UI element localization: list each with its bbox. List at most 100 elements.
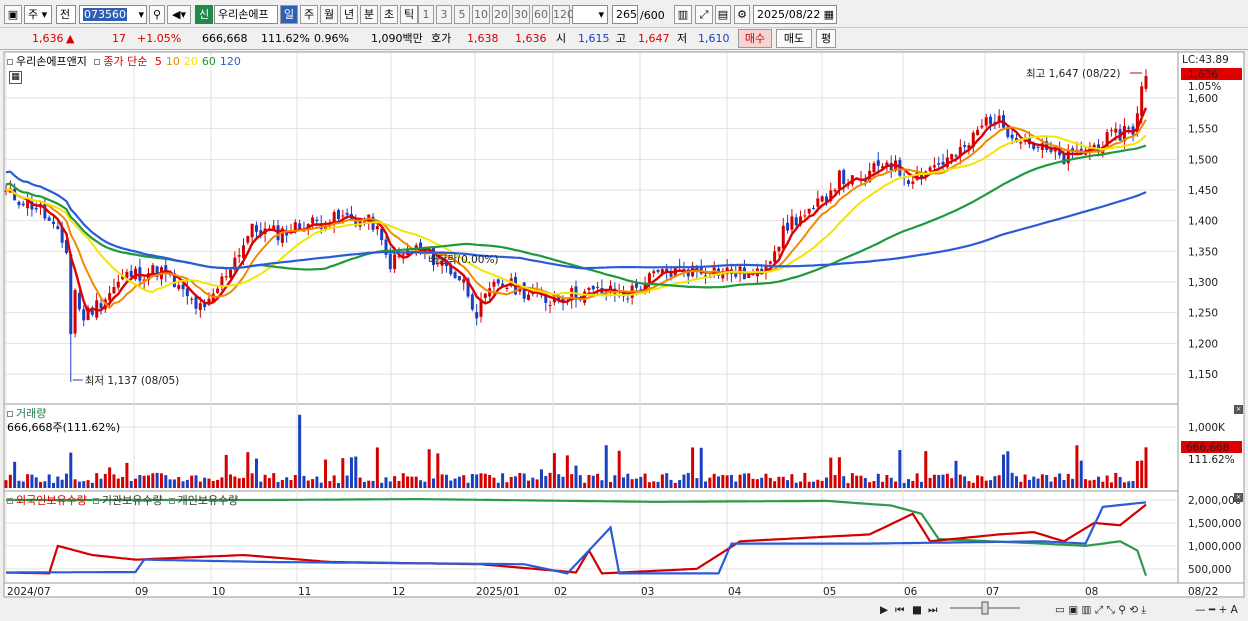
volume-bar bbox=[522, 473, 526, 488]
candle-body bbox=[315, 219, 319, 221]
stock-chart[interactable]: 최고 1,647 (08/22) 최저 1,137 (08/05) 배당락(0.00… bbox=[0, 50, 1248, 621]
volume-bar bbox=[1027, 479, 1031, 488]
sound-icon[interactable]: ◀▾ bbox=[167, 5, 191, 24]
volume-bar bbox=[976, 475, 980, 488]
sell-button[interactable]: 매도 bbox=[776, 29, 812, 48]
volume-bar bbox=[103, 473, 107, 488]
scroll-start-icon[interactable]: ⏮ bbox=[895, 604, 905, 616]
grid-toggle-icon[interactable]: ▦ bbox=[9, 71, 22, 84]
settings-gear-icon[interactable]: ⚙ bbox=[734, 5, 750, 24]
period-button-4[interactable]: 분 bbox=[360, 5, 378, 24]
candle-body bbox=[842, 169, 846, 185]
candle-body bbox=[224, 276, 228, 278]
interval-button-30[interactable]: 30 bbox=[512, 5, 530, 24]
candle-body bbox=[837, 170, 841, 189]
scroll-right-icon[interactable]: ▶ bbox=[880, 604, 889, 616]
volume-bar bbox=[760, 477, 764, 488]
interval-button-3[interactable]: 3 bbox=[436, 5, 452, 24]
volume-bar bbox=[773, 481, 777, 488]
volume-bar bbox=[194, 475, 198, 488]
layout-icon[interactable]: ▣ bbox=[4, 5, 22, 24]
bar-count-input[interactable]: 265 bbox=[612, 5, 638, 24]
bid-price: 1,636 bbox=[515, 32, 547, 45]
stock-code-input[interactable]: 073560 ▾ bbox=[79, 5, 147, 24]
interval-dropdown[interactable]: ▾ bbox=[572, 5, 608, 24]
volume-bar bbox=[319, 482, 323, 488]
period-button-2[interactable]: 월 bbox=[320, 5, 338, 24]
volume-bar bbox=[168, 479, 172, 488]
stop-icon[interactable]: ■ bbox=[912, 604, 922, 616]
volume-bar bbox=[224, 454, 228, 488]
candle-body bbox=[198, 303, 202, 311]
date-field[interactable]: 2025/08/22 ▦ bbox=[753, 5, 837, 24]
volume-bar bbox=[1036, 478, 1040, 488]
interval-button-60[interactable]: 60 bbox=[532, 5, 550, 24]
volume-bar bbox=[812, 481, 815, 488]
indicator-icon[interactable]: ▥ bbox=[674, 5, 692, 24]
volume-bar bbox=[665, 473, 669, 488]
save-icon[interactable]: ▤ bbox=[715, 5, 731, 24]
search-icon[interactable]: ⚲ bbox=[149, 5, 165, 24]
volume-bar bbox=[729, 474, 733, 488]
close-volume-pane-icon[interactable]: × bbox=[1234, 405, 1243, 414]
prev-toggle[interactable]: 전 bbox=[56, 5, 76, 24]
candle-body bbox=[108, 293, 112, 301]
period-button-6[interactable]: 틱 bbox=[400, 5, 418, 24]
volume-bar bbox=[1023, 474, 1027, 488]
interval-button-5[interactable]: 5 bbox=[454, 5, 470, 24]
volume-bar bbox=[341, 458, 345, 488]
volume-bar bbox=[315, 476, 319, 488]
volume-bar bbox=[583, 482, 587, 488]
period-select[interactable]: 주 ▾ bbox=[24, 5, 52, 24]
interval-button-120[interactable]: 120 bbox=[552, 5, 574, 24]
volume-bar bbox=[449, 480, 453, 488]
avg-button[interactable]: 평 bbox=[816, 29, 836, 48]
period-button-1[interactable]: 주 bbox=[300, 5, 318, 24]
volume-bar bbox=[1019, 481, 1023, 488]
volume-bar bbox=[678, 480, 682, 488]
volume-bar bbox=[552, 453, 556, 488]
volume-bar bbox=[699, 447, 703, 488]
volume-bar bbox=[90, 482, 94, 488]
volume-bar bbox=[742, 473, 746, 488]
volume-bar bbox=[285, 477, 289, 488]
volume-bar bbox=[466, 482, 470, 488]
interval-button-10[interactable]: 10 bbox=[472, 5, 490, 24]
volume-bar bbox=[639, 476, 643, 488]
stock-name-field[interactable]: 우리손에프 bbox=[214, 5, 278, 24]
volume-bar bbox=[393, 476, 397, 488]
candle-body bbox=[803, 215, 807, 217]
volume-bar bbox=[898, 450, 902, 488]
ask-price: 1,638 bbox=[467, 32, 499, 45]
interval-button-20[interactable]: 20 bbox=[492, 5, 510, 24]
interval-button-1[interactable]: 1 bbox=[418, 5, 434, 24]
buy-button[interactable]: 매수 bbox=[738, 29, 772, 48]
zoom-slider-handle[interactable] bbox=[981, 601, 989, 615]
volume-bar bbox=[367, 480, 371, 488]
candle-body bbox=[596, 287, 600, 289]
current-volume-pct: 111.62% bbox=[1188, 454, 1235, 466]
volume-bar bbox=[1105, 475, 1109, 488]
volume-bar bbox=[993, 476, 997, 488]
volume-bar bbox=[302, 475, 306, 488]
volume-bar bbox=[989, 480, 993, 488]
candle-body bbox=[229, 269, 233, 278]
price-tick-label: 1,550 bbox=[1188, 124, 1218, 136]
volume-bar bbox=[937, 474, 941, 488]
candle-body bbox=[587, 287, 591, 291]
scroll-end-icon[interactable]: ⏭ bbox=[928, 604, 938, 616]
period-button-5[interactable]: 초 bbox=[380, 5, 398, 24]
ma-legend-10: 10 bbox=[165, 55, 180, 68]
volume-bar bbox=[587, 474, 591, 488]
trade-amount: 1,090백만 bbox=[371, 32, 423, 45]
candle-body bbox=[773, 251, 777, 263]
volume-bar bbox=[967, 481, 971, 488]
draw-tool-icon[interactable]: ⤢ bbox=[695, 5, 713, 24]
period-button-3[interactable]: 년 bbox=[340, 5, 358, 24]
layout-tools-icon[interactable]: ▭ ▣ ▥ ⤢ ⤡ ⚲ ⟲ ⤓ bbox=[1055, 604, 1146, 616]
zoom-controls-icon[interactable]: — ━ + A bbox=[1195, 604, 1239, 616]
candle-body bbox=[794, 217, 798, 226]
close-holdings-pane-icon[interactable]: × bbox=[1234, 493, 1243, 502]
candle-body bbox=[56, 226, 60, 229]
period-button-0[interactable]: 일 bbox=[280, 5, 298, 24]
